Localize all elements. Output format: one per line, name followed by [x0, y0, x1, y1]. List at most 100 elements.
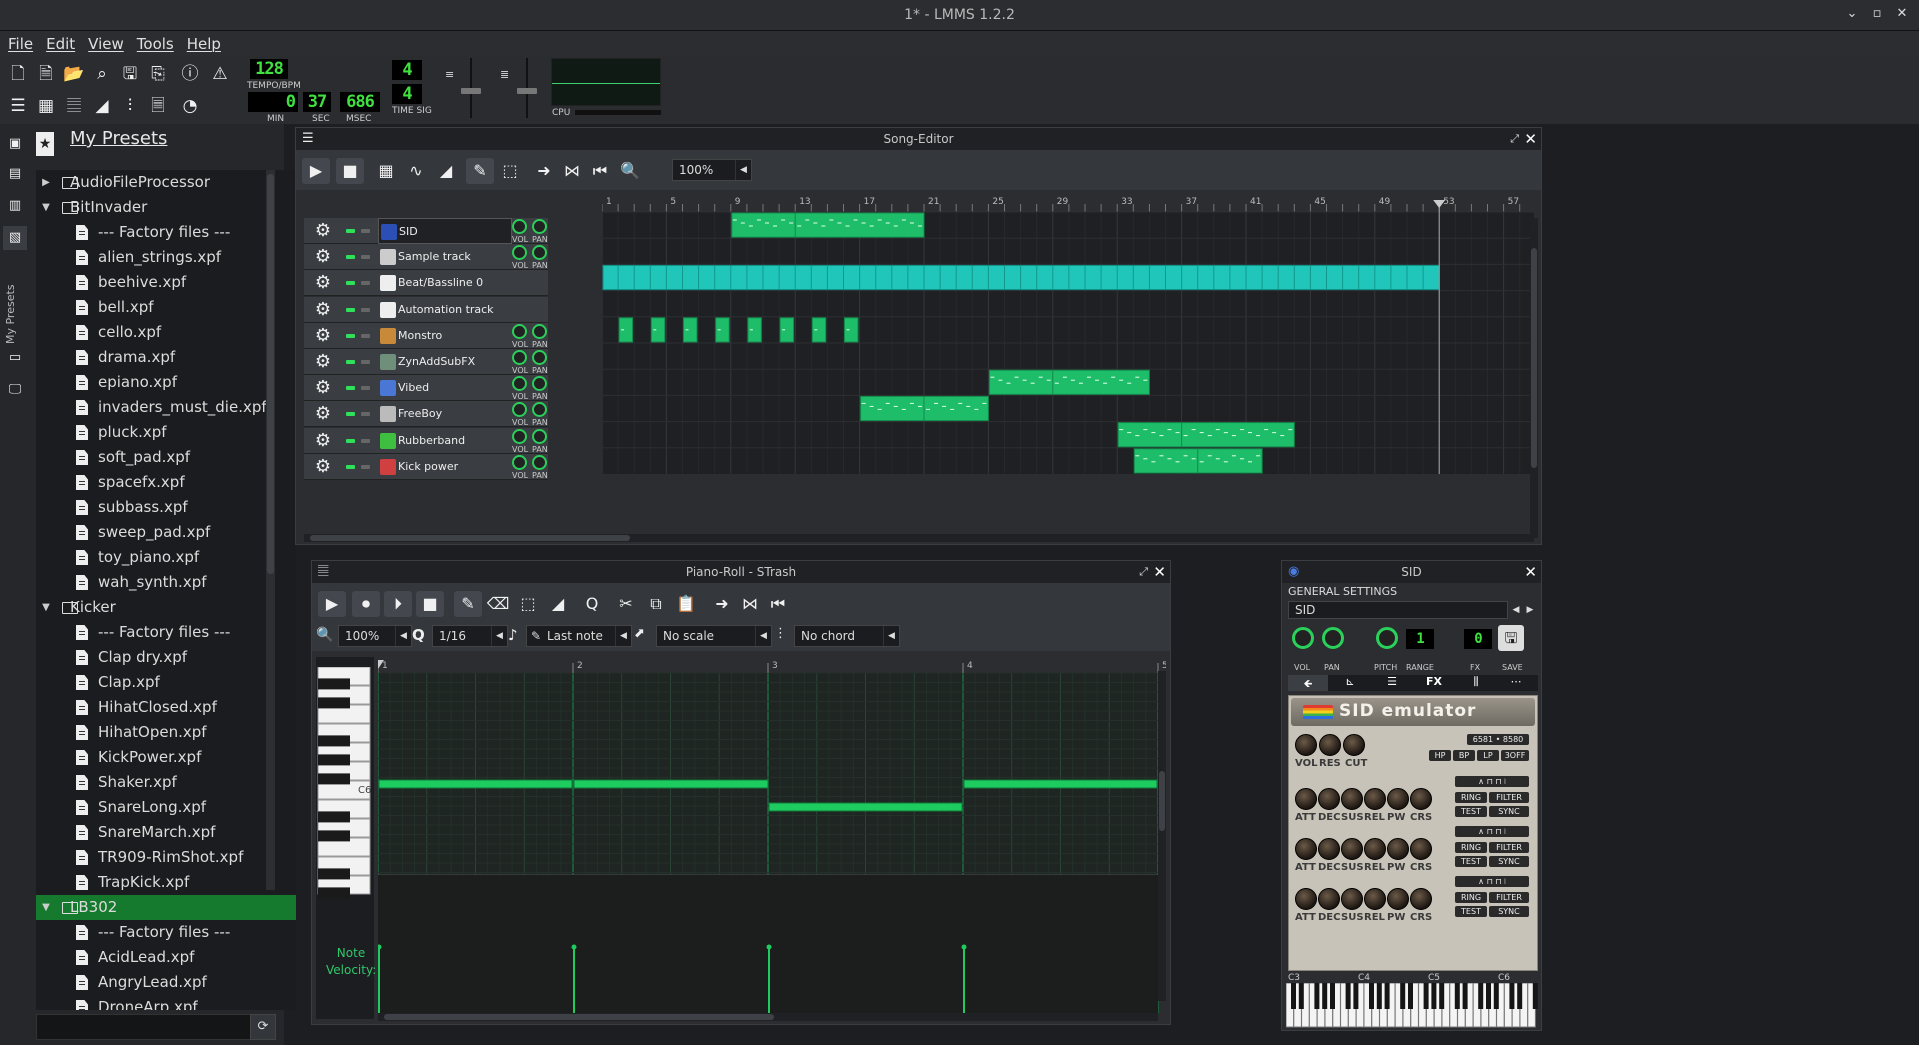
record-while-playing-button[interactable]: ⏵	[384, 591, 412, 617]
menu-tools[interactable]: Tools	[129, 31, 179, 53]
copy-button[interactable]: ⧉	[642, 591, 670, 617]
voice-pw-knob[interactable]	[1387, 888, 1409, 910]
black-key[interactable]	[1486, 983, 1491, 1009]
arpeggio-tab[interactable]: ☰	[1372, 675, 1412, 691]
tree-file[interactable]: --- Factory files ---	[36, 920, 296, 945]
auto-scroll-button[interactable]: ➜	[530, 158, 558, 184]
velocity-handle[interactable]	[766, 944, 772, 950]
close-icon[interactable]: ✕	[1893, 6, 1911, 24]
track-name-button[interactable]: FreeBoy	[378, 401, 512, 427]
solo-led[interactable]	[361, 281, 370, 286]
panning-knob[interactable]	[532, 245, 547, 261]
edit-mode-button[interactable]: ⬚	[496, 158, 524, 184]
filter-bp-button[interactable]: BP	[1453, 750, 1475, 761]
black-key[interactable]	[1408, 983, 1413, 1009]
note[interactable]	[573, 779, 769, 789]
filter-lp-button[interactable]: LP	[1477, 750, 1499, 761]
black-key[interactable]	[1291, 983, 1296, 1009]
master-pitch-handle[interactable]	[517, 88, 537, 94]
black-key[interactable]	[1478, 983, 1484, 1009]
solo-led[interactable]	[361, 412, 370, 417]
tree-file[interactable]: SnareLong.xpf	[36, 795, 296, 820]
add-automation-track-button[interactable]: ◢	[432, 158, 460, 184]
chip-model-toggle[interactable]: 6581 • 8580	[1467, 734, 1529, 745]
tree-file[interactable]: soft_pad.xpf	[36, 445, 296, 470]
gear-icon[interactable]: ⚙	[312, 220, 334, 241]
menu-view[interactable]: View	[80, 31, 129, 53]
play-button[interactable]: ▶	[318, 591, 346, 617]
solo-led[interactable]	[361, 333, 370, 338]
voice-pw-knob[interactable]	[1387, 788, 1409, 810]
track-row[interactable]: ⚙ Rubberband VOL PAN	[304, 427, 548, 454]
loop-points-button[interactable]: ⋈	[558, 158, 586, 184]
fx-mixer-icon[interactable]: ⫶	[118, 94, 142, 118]
chord-select[interactable]: No chord ◀	[794, 625, 900, 647]
gear-icon[interactable]: ⚙	[312, 299, 334, 320]
voice-test-button[interactable]: TEST	[1455, 906, 1487, 917]
black-key[interactable]	[1423, 983, 1429, 1009]
black-key[interactable]	[1384, 983, 1390, 1009]
note[interactable]	[963, 779, 1158, 789]
voice-dec-knob[interactable]	[1318, 838, 1340, 860]
tree-file[interactable]: AcidLead.xpf	[36, 945, 296, 970]
presets-scrollbar[interactable]	[266, 170, 275, 890]
voice-sync-button[interactable]: SYNC	[1489, 856, 1529, 867]
voice-crs-knob[interactable]	[1410, 838, 1432, 860]
new-project-icon[interactable]: 🗋	[6, 62, 30, 86]
tree-file[interactable]: Clap dry.xpf	[36, 645, 296, 670]
voice-filter-button[interactable]: FILTER	[1489, 792, 1529, 803]
voice-sync-button[interactable]: SYNC	[1489, 906, 1529, 917]
export-icon[interactable]: ⎘	[146, 62, 170, 86]
mute-led[interactable]	[346, 464, 355, 469]
close-icon[interactable]: ✕	[1524, 561, 1537, 583]
volume-knob[interactable]	[512, 350, 527, 365]
gear-icon[interactable]: ⚙	[312, 272, 334, 293]
mute-led[interactable]	[346, 438, 355, 443]
voice-ring-button[interactable]: RING	[1455, 892, 1487, 903]
master-volume-handle[interactable]	[461, 88, 481, 94]
chevron-down-icon[interactable]: ▼	[40, 895, 52, 920]
mute-led[interactable]	[346, 412, 355, 417]
tree-file[interactable]: TrapKick.xpf	[36, 870, 296, 895]
fx-channel-display[interactable]: 0	[1464, 629, 1492, 649]
tree-file[interactable]: spacefx.xpf	[36, 470, 296, 495]
voice-ring-button[interactable]: RING	[1455, 842, 1487, 853]
maximize-icon[interactable]: ⤢	[1139, 561, 1148, 583]
pitch-bend-mode-button[interactable]: ◢	[544, 591, 572, 617]
piano-roll-grid[interactable]: 1 2 3 4 5	[378, 657, 1166, 1013]
voice-att-knob[interactable]	[1295, 838, 1317, 860]
maximize-icon[interactable]: ⤢	[1510, 128, 1519, 150]
previous-preset-icon[interactable]: ◀	[1510, 601, 1522, 619]
tree-file[interactable]: sweep_pad.xpf	[36, 520, 296, 545]
voice-filter-button[interactable]: FILTER	[1489, 842, 1529, 853]
close-icon[interactable]: ✕	[1153, 561, 1166, 583]
mute-led[interactable]	[346, 281, 355, 286]
scale-select[interactable]: No scale ◀	[656, 625, 772, 647]
track-name-button[interactable]: SID	[378, 218, 512, 244]
tree-file[interactable]: DroneArp.xpf	[36, 995, 296, 1010]
track-row[interactable]: ⚙ Beat/Bassline 0	[304, 270, 548, 297]
select-mode-button[interactable]: ⬚	[514, 591, 542, 617]
zoom-select[interactable]: 100% ◀	[672, 159, 752, 181]
note[interactable]	[378, 779, 573, 789]
automation-editor-icon[interactable]: ◢	[90, 94, 114, 118]
track-name-button[interactable]: Sample track	[378, 244, 512, 270]
black-key[interactable]	[318, 887, 350, 899]
fx-tab[interactable]: FX	[1414, 675, 1454, 691]
project-notes-icon[interactable]: 🗏	[146, 94, 170, 118]
track-row[interactable]: ⚙ ZynAddSubFX VOL PAN	[304, 349, 548, 375]
tree-folder[interactable]: ▶ AudioFileProcessor	[36, 170, 296, 195]
black-key[interactable]	[318, 697, 350, 709]
timesig-numerator[interactable]: 4	[392, 60, 422, 80]
plugin-tab[interactable]: 🡸	[1288, 675, 1328, 691]
track-row[interactable]: ⚙ Monstro VOL PAN	[304, 322, 548, 349]
save-project-icon[interactable]: 🖫	[118, 62, 142, 86]
tree-file[interactable]: KickPower.xpf	[36, 745, 296, 770]
add-beat-bassline-button[interactable]: ▦	[372, 158, 400, 184]
track-name-button[interactable]: Automation track	[378, 297, 512, 323]
presets-tree[interactable]: ▶ AudioFileProcessor ▼ BitInvader --- Factor…	[36, 170, 296, 1010]
solo-led[interactable]	[361, 438, 370, 443]
voice-rel-knob[interactable]	[1364, 838, 1386, 860]
gear-icon[interactable]: ⚙	[312, 403, 334, 424]
track-name-button[interactable]: Rubberband	[378, 428, 512, 454]
